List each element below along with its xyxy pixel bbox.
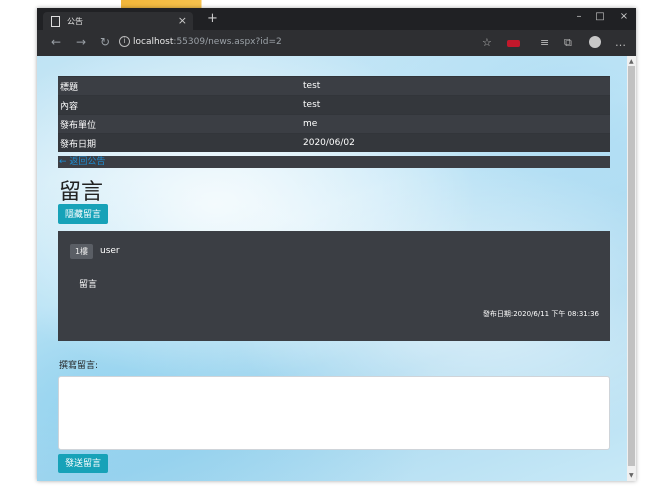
row-label: 發布日期 [58, 133, 301, 152]
back-link-row: ← 返回公告 [58, 156, 610, 168]
comment-body: 留言 [79, 280, 98, 290]
star-icon[interactable]: ☆ [482, 36, 492, 49]
profile-icon[interactable] [589, 36, 601, 48]
row-value: me [301, 114, 610, 134]
browser-window: 公告 × + – □ × ← → ↻ i localhost:55309/new… [37, 8, 636, 481]
back-arrow-icon[interactable]: ← [51, 35, 61, 49]
document-icon [51, 16, 60, 27]
refresh-icon[interactable]: ↻ [100, 35, 110, 49]
maximize-button[interactable]: □ [590, 11, 610, 22]
hide-comments-button[interactable]: 隱藏留言 [58, 204, 108, 224]
page-viewport: 標題 test 內容 test 發布單位 me 發布日期 2020/06/02 … [37, 56, 627, 481]
close-window-button[interactable]: × [614, 11, 634, 22]
comment-textarea[interactable] [58, 376, 610, 450]
row-value: test [301, 95, 610, 115]
browser-tab[interactable]: 公告 × [43, 12, 193, 30]
row-label: 標題 [58, 76, 301, 96]
send-comment-button[interactable]: 發送留言 [58, 454, 108, 473]
scroll-up-icon[interactable]: ▲ [629, 58, 634, 65]
compose-label: 撰寫留言: [59, 361, 99, 371]
minimize-button[interactable]: – [569, 11, 589, 22]
table-row: 發布單位 me [58, 114, 610, 134]
row-value: test [301, 76, 610, 96]
vertical-scrollbar[interactable]: ▲ ▼ [627, 56, 636, 481]
tab-title: 公告 [67, 17, 83, 26]
table-row: 標題 test [58, 76, 610, 96]
close-tab-icon[interactable]: × [178, 14, 187, 27]
collections-icon[interactable]: ⧉ [564, 36, 572, 50]
row-label: 發布單位 [58, 114, 301, 134]
desktop-background [0, 0, 672, 8]
comment-user: user [100, 246, 120, 256]
row-label: 內容 [58, 95, 301, 115]
table-row: 內容 test [58, 95, 610, 115]
info-icon[interactable]: i [119, 36, 130, 47]
more-icon[interactable]: … [615, 36, 626, 49]
scroll-down-icon[interactable]: ▼ [629, 472, 634, 479]
forward-arrow-icon[interactable]: → [76, 35, 86, 49]
url-field[interactable]: localhost:55309/news.aspx?id=2 [133, 37, 282, 47]
extension-icon[interactable] [507, 40, 520, 47]
news-info-table: 標題 test 內容 test 發布單位 me 發布日期 2020/06/02 [58, 76, 610, 152]
favorites-icon[interactable]: ≡ [540, 36, 549, 49]
comment-date: 發布日期:2020/6/11 下午 08:31:36 [482, 310, 599, 318]
table-row: 發布日期 2020/06/02 [58, 133, 610, 152]
back-to-news-link[interactable]: ← 返回公告 [59, 156, 105, 168]
comment-card: 1樓 user 留言 發布日期:2020/6/11 下午 08:31:36 [58, 231, 610, 341]
new-tab-button[interactable]: + [207, 11, 218, 26]
floor-badge: 1樓 [70, 244, 93, 259]
row-value: 2020/06/02 [301, 133, 610, 152]
scrollbar-thumb[interactable] [628, 66, 635, 466]
comments-heading: 留言 [59, 180, 104, 205]
title-bar: 公告 × + – □ × [37, 8, 636, 30]
address-bar: ← → ↻ i localhost:55309/news.aspx?id=2 ☆… [37, 30, 636, 56]
